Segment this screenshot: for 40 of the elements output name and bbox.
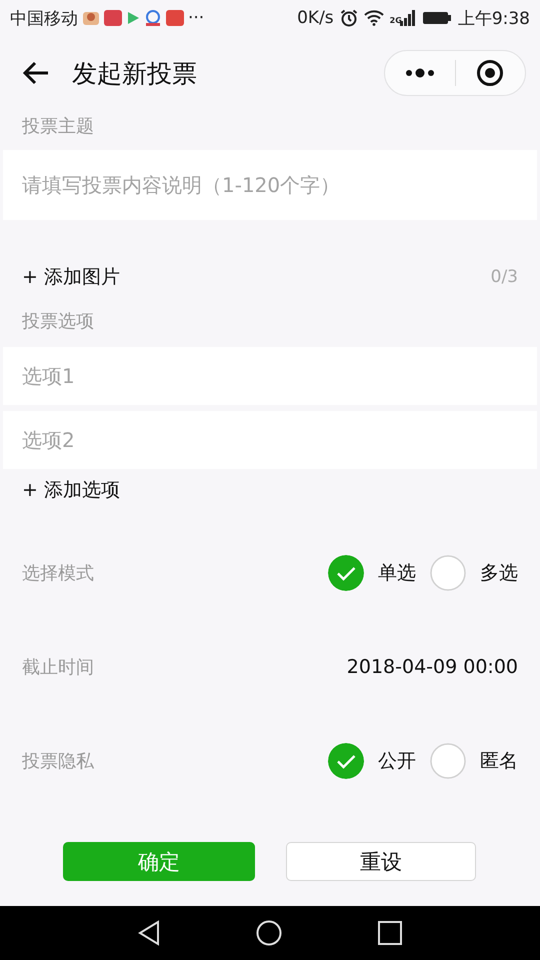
network-speed: 0K/s: [297, 8, 334, 28]
radio-button[interactable]: [430, 743, 466, 779]
add-image-link[interactable]: + 添加图片: [22, 264, 120, 290]
app-notification-icon: [144, 10, 162, 26]
radio-button[interactable]: [430, 555, 466, 591]
section-label: 投票主题: [22, 115, 94, 138]
clock-time: 上午9:38: [458, 8, 530, 30]
back-icon[interactable]: [138, 920, 160, 946]
setting-label: 选择模式: [22, 562, 94, 585]
more-icon[interactable]: [404, 68, 436, 78]
radio-label: 多选: [480, 561, 518, 586]
play-icon: [126, 10, 140, 26]
radio-label: 公开: [378, 749, 416, 774]
image-count: 0/3: [490, 267, 518, 287]
radio-checked-icon[interactable]: [328, 555, 364, 591]
radio-label: 单选: [378, 561, 416, 586]
close-mini-program-icon[interactable]: [476, 59, 504, 87]
app-notification-icon: [82, 10, 100, 26]
deadline-value[interactable]: 2018-04-09 00:00: [346, 656, 518, 678]
home-icon[interactable]: [256, 920, 282, 946]
recent-apps-icon[interactable]: [378, 921, 402, 945]
radio-checked-icon[interactable]: [328, 743, 364, 779]
alarm-clock-icon: [340, 9, 358, 27]
section-label: 投票选项: [22, 310, 94, 333]
add-option-link[interactable]: + 添加选项: [22, 477, 120, 503]
wifi-icon: [364, 10, 384, 26]
battery-icon: [422, 10, 452, 26]
app-notification-icon: [104, 10, 122, 26]
more-notifications: ···: [188, 8, 204, 28]
radio-label: 匿名: [480, 749, 518, 774]
app-notification-icon: [166, 10, 184, 26]
carrier-name: 中国移动: [10, 8, 78, 30]
page-title: 发起新投票: [72, 58, 197, 90]
reset-button[interactable]: 重设: [286, 842, 476, 881]
setting-label: 截止时间: [22, 656, 94, 679]
topic-input-field[interactable]: 请填写投票内容说明（1-120个字）: [3, 150, 537, 220]
setting-label: 投票隐私: [22, 750, 94, 773]
back-arrow-icon[interactable]: [22, 61, 50, 85]
option-input-field[interactable]: 选项1: [3, 347, 537, 405]
option-input-field[interactable]: 选项2: [3, 411, 537, 469]
